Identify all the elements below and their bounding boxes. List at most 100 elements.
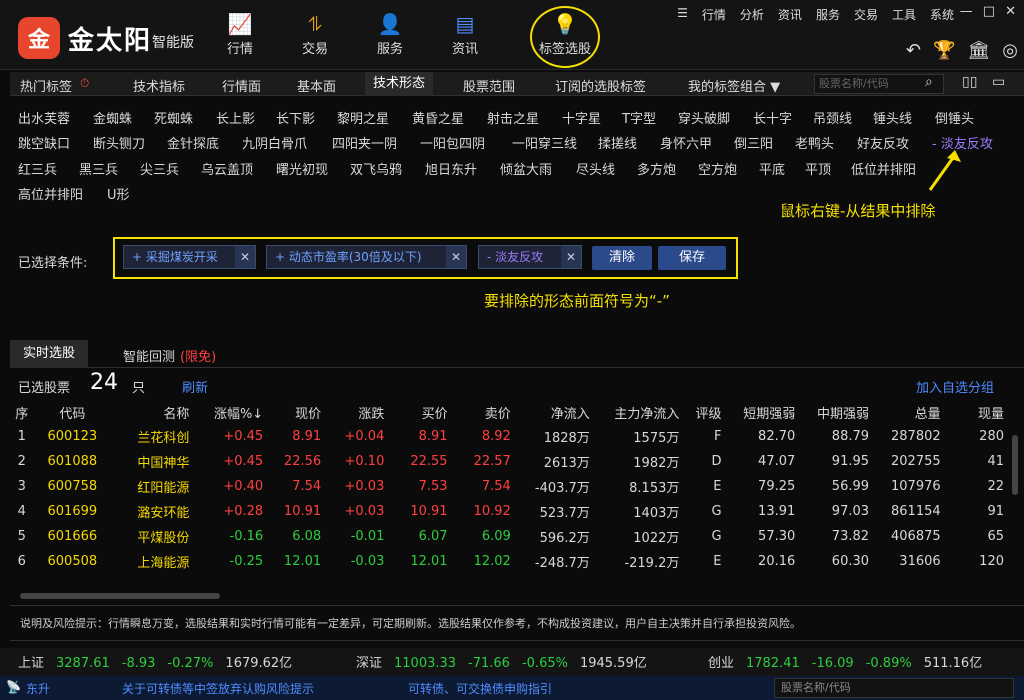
close-icon[interactable]: ✕ <box>1005 4 1016 19</box>
pattern-tag[interactable]: 金蜘蛛 <box>93 108 132 127</box>
pattern-tag[interactable]: 红三兵 <box>18 159 57 178</box>
column-header[interactable]: 净流入 <box>517 400 596 424</box>
tab-subscribed[interactable]: 订阅的选股标签 <box>555 76 646 95</box>
index-item[interactable]: 上证 3287.61 -8.93 -0.27% 1679.62亿 <box>18 652 304 671</box>
pattern-tag[interactable]: 多方炮 <box>637 159 676 178</box>
tab-patterns[interactable]: 技术形态 <box>365 72 434 96</box>
column-header[interactable]: 代码 <box>40 400 112 424</box>
pattern-tag[interactable]: 一阳穿三线 <box>512 133 577 152</box>
back-icon[interactable]: ↶ <box>906 40 921 61</box>
remove-icon[interactable]: ✕ <box>561 246 581 268</box>
pattern-tag[interactable]: 揉搓线 <box>598 133 637 152</box>
pattern-tag[interactable]: 四阳夹一阴 <box>332 133 397 152</box>
menu-item[interactable]: 行情 <box>702 6 726 23</box>
book-icon[interactable]: ▯▯ <box>962 74 977 90</box>
column-header[interactable]: 总量 <box>875 400 947 424</box>
hscrollbar-thumb[interactable] <box>20 593 220 599</box>
column-header[interactable]: 序 <box>10 400 40 424</box>
tab-my-groups[interactable]: 我的标签组合 ▼ <box>688 76 780 95</box>
pattern-tag[interactable]: 旭日东升 <box>425 159 477 178</box>
pattern-tag[interactable]: 射击之星 <box>487 108 539 127</box>
nav-trade-button[interactable]: ⥮ 交易 <box>285 10 345 62</box>
pattern-tag[interactable]: 吊颈线 <box>813 108 852 127</box>
pattern-tag[interactable]: 长下影 <box>276 108 315 127</box>
pattern-tag[interactable]: 黑三兵 <box>79 159 118 178</box>
pattern-tag[interactable]: 死蜘蛛 <box>154 108 193 127</box>
tab-backtest[interactable]: 智能回测 <box>123 346 175 365</box>
menu-item[interactable]: 分析 <box>740 6 764 23</box>
nav-service-button[interactable]: 👤 服务 <box>360 10 420 62</box>
pattern-tag[interactable]: 九阴白骨爪 <box>242 133 307 152</box>
pattern-tag[interactable]: 一阳包四阴 <box>420 133 485 152</box>
status-msg[interactable]: 可转债、可交换债申购指引 <box>408 680 552 697</box>
pattern-tag[interactable]: 穿头破脚 <box>678 108 730 127</box>
pattern-tag[interactable]: 黄昏之星 <box>412 108 464 127</box>
tab-hot[interactable]: 热门标签 <box>20 76 72 95</box>
pattern-tag[interactable]: 长上影 <box>216 108 255 127</box>
index-item[interactable]: 深证 11003.33 -71.66 -0.65% 1945.59亿 <box>356 652 659 671</box>
nav-quotes-button[interactable]: 📈 行情 <box>210 10 270 62</box>
table-row[interactable]: 4 601699 潞安环能 +0.28 10.91 +0.03 10.91 10.92 523.… <box>10 499 1010 524</box>
menu-item[interactable]: 系统 <box>930 6 954 23</box>
pattern-tag[interactable]: 锤头线 <box>873 108 912 127</box>
status-msg[interactable]: 关于可转债等中签放弃认购风险提示 <box>122 680 314 697</box>
tab-realtime[interactable]: 实时选股 <box>10 340 88 368</box>
menu-icon[interactable]: ☰ <box>677 6 688 23</box>
minimize-icon[interactable]: — <box>960 4 973 19</box>
add-group-link[interactable]: 加入自选分组 <box>916 377 994 396</box>
column-header[interactable]: 名称 <box>111 400 195 424</box>
pattern-tag[interactable]: T字型 <box>622 108 656 127</box>
pattern-tag[interactable]: 十字星 <box>562 108 601 127</box>
column-header[interactable]: 卖价 <box>454 400 517 424</box>
column-header[interactable]: 评级 <box>685 400 727 424</box>
column-header[interactable]: 主力净流入 <box>596 400 686 424</box>
swirl-icon[interactable]: ◎ <box>1002 40 1018 61</box>
chat-icon[interactable]: ▭ <box>992 74 1005 90</box>
column-header[interactable]: 现价 <box>269 400 327 424</box>
pattern-tag[interactable]: 跳空缺口 <box>18 133 70 152</box>
table-row[interactable]: 6 600508 上海能源 -0.25 12.01 -0.03 12.01 12.02 -248… <box>10 549 1010 574</box>
column-header[interactable]: 涨跌 <box>327 400 390 424</box>
table-row[interactable]: 2 601088 中国神华 +0.45 22.56 +0.10 22.55 22.57 2613… <box>10 449 1010 474</box>
menu-item[interactable]: 交易 <box>854 6 878 23</box>
pattern-tag[interactable]: 尖三兵 <box>140 159 179 178</box>
save-button[interactable]: 保存 <box>658 246 726 270</box>
pattern-tag[interactable]: 平底 <box>759 159 785 178</box>
menu-item[interactable]: 工具 <box>892 6 916 23</box>
table-row[interactable]: 3 600758 红阳能源 +0.40 7.54 +0.03 7.53 7.54 -403.7万… <box>10 474 1010 499</box>
search-icon[interactable]: ⌕ <box>925 74 933 90</box>
pattern-tag[interactable]: 曙光初现 <box>276 159 328 178</box>
column-header[interactable]: 买价 <box>390 400 453 424</box>
remove-icon[interactable]: ✕ <box>235 246 255 268</box>
trophy-icon[interactable]: 🏆 <box>933 40 955 61</box>
scrollbar-thumb[interactable] <box>1012 435 1018 495</box>
pattern-tag[interactable]: 黎明之星 <box>337 108 389 127</box>
status-search-input[interactable]: 股票名称/代码 <box>774 678 1014 698</box>
maximize-icon[interactable]: □ <box>983 4 995 19</box>
tab-quote[interactable]: 行情面 <box>222 76 261 95</box>
nav-news-button[interactable]: ▤ 资讯 <box>435 10 495 62</box>
column-header[interactable]: 中期强弱 <box>801 400 875 424</box>
pattern-tag[interactable]: 老鸭头 <box>795 133 834 152</box>
pattern-tag[interactable]: 长十字 <box>753 108 792 127</box>
column-header[interactable]: 短期强弱 <box>728 400 802 424</box>
pattern-tag[interactable]: 倒锤头 <box>935 108 974 127</box>
pattern-tag[interactable]: 尽头线 <box>576 159 615 178</box>
pattern-tag[interactable]: 身怀六甲 <box>660 133 712 152</box>
bank-icon[interactable]: 🏛 <box>967 40 990 61</box>
table-row[interactable]: 1 600123 兰花科创 +0.45 8.91 +0.04 8.91 8.92 1828万 15… <box>10 424 1010 449</box>
pattern-tag[interactable]: U形 <box>107 184 130 203</box>
pattern-tag[interactable]: 平顶 <box>805 159 831 178</box>
pattern-tag[interactable]: 断头铡刀 <box>93 133 145 152</box>
pattern-tag[interactable]: 空方炮 <box>698 159 737 178</box>
pattern-tag[interactable]: 出水芙蓉 <box>18 108 70 127</box>
pattern-tag[interactable]: 金针探底 <box>167 133 219 152</box>
table-row[interactable]: 5 601666 平煤股份 -0.16 6.08 -0.01 6.07 6.09 596.2万 1… <box>10 524 1010 549</box>
remove-icon[interactable]: ✕ <box>446 246 466 268</box>
column-header[interactable]: 涨幅%↓ <box>195 400 269 424</box>
pattern-tag[interactable]: 低位并排阳 <box>851 159 916 178</box>
refresh-link[interactable]: 刷新 <box>182 377 208 396</box>
pattern-tag[interactable]: 高位并排阳 <box>18 184 83 203</box>
pattern-tag[interactable]: 双飞乌鸦 <box>350 159 402 178</box>
tab-range[interactable]: 股票范围 <box>463 76 515 95</box>
